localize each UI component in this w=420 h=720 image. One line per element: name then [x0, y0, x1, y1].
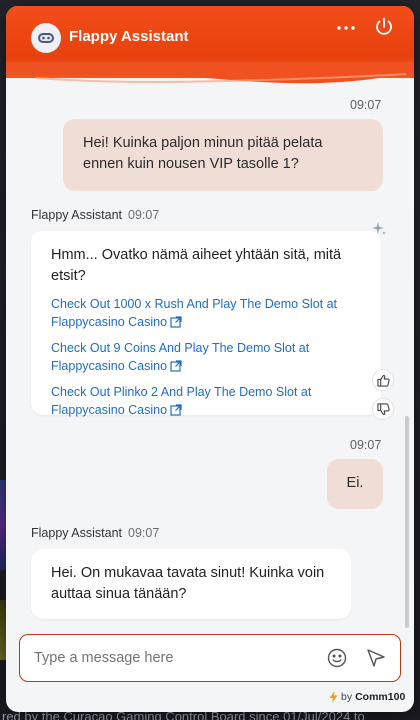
robot-icon — [38, 33, 54, 43]
ai-sparkle-icon — [372, 222, 386, 235]
powered-by-label: by — [341, 691, 353, 703]
suggested-article-link[interactable]: Check Out 9 Coins And Play The Demo Slot… — [51, 339, 361, 375]
powered-by-brand: Comm100 — [355, 691, 406, 703]
assistant-avatar — [31, 23, 61, 53]
bot-message-time: 09:07 — [128, 208, 160, 222]
thumbs-down-icon — [376, 402, 390, 415]
scrollbar-thumb[interactable] — [405, 416, 409, 628]
bot-sender-line: Flappy Assistant 09:07 — [31, 208, 159, 222]
bot-sender-name: Flappy Assistant — [31, 526, 123, 540]
external-link-icon — [170, 404, 182, 416]
thumbs-up-button[interactable] — [372, 369, 394, 391]
lightning-bolt-icon — [329, 691, 338, 703]
message-list: 09:07 Hei! Kuinka paljon minun pitää pel… — [6, 78, 414, 628]
bot-message-time: 09:07 — [128, 526, 160, 540]
send-button[interactable] — [365, 647, 387, 669]
message-input[interactable] — [34, 647, 314, 669]
more-horizontal-icon[interactable] — [334, 18, 358, 38]
send-icon — [367, 649, 385, 667]
message-timestamp: 09:07 — [350, 438, 382, 452]
user-message-bubble: Hei! Kuinka paljon minun pitää pelata en… — [63, 119, 383, 191]
emoji-button[interactable] — [326, 647, 348, 669]
bot-message-text: Hmm... Ovatko nämä aiheet yhtään sitä, m… — [51, 247, 342, 284]
external-link-icon — [170, 316, 182, 328]
suggested-article-link[interactable]: Check Out 1000 x Rush And Play The Demo … — [51, 295, 361, 331]
thumbs-down-button[interactable] — [372, 398, 394, 420]
external-link-icon — [170, 360, 182, 372]
power-icon[interactable] — [372, 15, 396, 39]
suggested-article-link[interactable]: Check Out Plinko 2 And Play The Demo Slo… — [51, 383, 361, 419]
thumbs-up-icon — [376, 374, 390, 387]
message-composer — [19, 634, 401, 682]
bot-sender-line: Flappy Assistant 09:07 — [31, 526, 159, 540]
chat-widget: Flappy Assistant 09:07 Hei! Kuinka paljo… — [6, 6, 414, 712]
user-message-text: Hei! Kuinka paljon minun pitää pelata en… — [83, 135, 323, 172]
user-message-bubble: Ei. — [327, 459, 383, 509]
header-title: Flappy Assistant — [69, 28, 189, 45]
emoji-smile-icon — [327, 648, 347, 668]
bot-message-text: Hei. On mukavaa tavata sinut! Kuinka voi… — [51, 565, 325, 602]
powered-by[interactable]: by Comm100 — [329, 691, 405, 703]
message-timestamp: 09:07 — [350, 98, 382, 112]
bot-message-bubble: Hei. On mukavaa tavata sinut! Kuinka voi… — [31, 549, 351, 619]
bot-sender-name: Flappy Assistant — [31, 208, 123, 222]
user-message-text: Ei. — [346, 475, 364, 491]
bot-message-bubble: Hmm... Ovatko nämä aiheet yhtään sitä, m… — [31, 231, 381, 417]
